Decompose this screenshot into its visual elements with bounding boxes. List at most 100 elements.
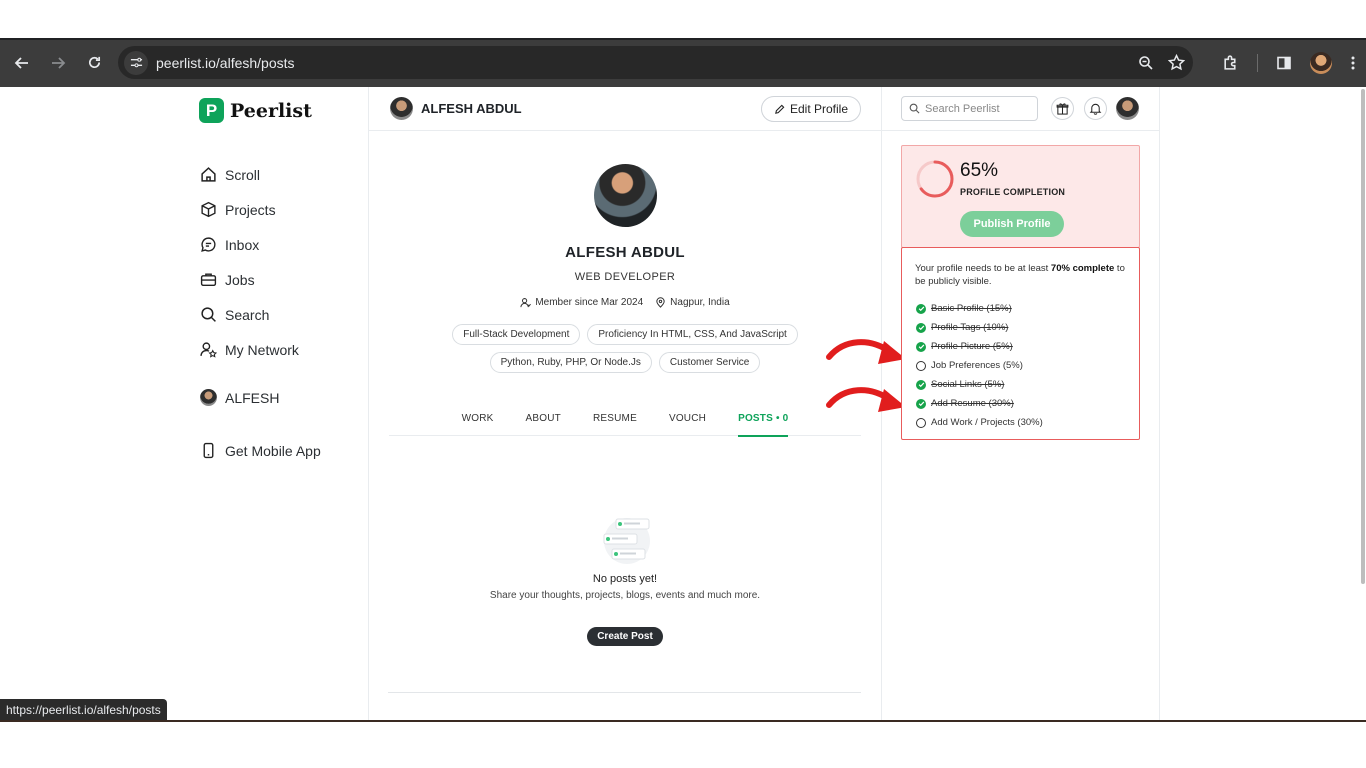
- sidebar-item-label: Scroll: [225, 166, 261, 183]
- avatar: [200, 389, 217, 406]
- divider: [1159, 87, 1160, 720]
- sidebar-item-search[interactable]: Search: [200, 297, 299, 332]
- notifications-button[interactable]: [1084, 97, 1107, 120]
- sidebar-item-jobs[interactable]: Jobs: [200, 262, 299, 297]
- profile-role: WEB DEVELOPER: [574, 271, 676, 283]
- sidebar-item-label: Jobs: [225, 271, 255, 288]
- browser-profile-avatar[interactable]: [1310, 51, 1332, 74]
- profile-tag: Proficiency In HTML, CSS, And JavaScript: [587, 324, 798, 345]
- sidebar-item-label: Search: [225, 306, 270, 323]
- peerlist-logo[interactable]: P Peerlist: [199, 98, 312, 123]
- briefcase-icon: [200, 273, 217, 287]
- tab-resume[interactable]: RESUME: [577, 400, 653, 436]
- reload-button[interactable]: [76, 45, 112, 81]
- arrow-left-icon: [14, 56, 28, 69]
- box-icon: [201, 201, 216, 218]
- status-url-bar: https://peerlist.io/alfesh/posts: [0, 699, 167, 720]
- top-margin: [0, 0, 1366, 38]
- empty-circle-icon: [916, 360, 926, 371]
- more-menu-icon[interactable]: [1350, 55, 1356, 71]
- gift-button[interactable]: [1051, 97, 1074, 120]
- checklist-item-label: Profile Tags (10%): [931, 322, 1009, 333]
- sidebar-item-profile[interactable]: ALFESH: [200, 389, 279, 406]
- browser-toolbar: peerlist.io/alfesh/posts: [0, 38, 1366, 87]
- checklist-item[interactable]: Add Resume (30%): [916, 394, 1043, 413]
- chat-icon: [201, 237, 216, 252]
- side-panel-icon[interactable]: [1276, 55, 1292, 71]
- user-avatar-button[interactable]: [1116, 97, 1139, 120]
- sidebar-item-my-network[interactable]: My Network: [200, 332, 299, 367]
- tab-about[interactable]: ABOUT: [510, 400, 577, 436]
- edit-profile-button[interactable]: Edit Profile: [761, 96, 862, 122]
- bottom-margin: [0, 720, 1366, 768]
- profile-name: ALFESH ABDUL: [565, 244, 685, 261]
- divider: [368, 87, 369, 720]
- checklist-item-label: Add Work / Projects (30%): [931, 417, 1043, 428]
- checklist-item-label: Job Preferences (5%): [931, 360, 1023, 371]
- completion-note: Your profile needs to be at least 70% co…: [915, 262, 1125, 288]
- divider: [388, 692, 861, 693]
- site-settings-icon[interactable]: [124, 50, 148, 75]
- page: P Peerlist Scroll Projects Inbox Jobs Se…: [0, 87, 1366, 720]
- sidebar-nav: Scroll Projects Inbox Jobs Search My Net…: [200, 157, 321, 459]
- search-placeholder: Search Peerlist: [925, 102, 1000, 115]
- search-icon: [909, 103, 920, 114]
- completion-checklist: Your profile needs to be at least 70% co…: [901, 247, 1140, 440]
- home-icon: [201, 167, 216, 182]
- checklist-item-label: Profile Picture (5%): [931, 341, 1013, 352]
- profile-tag: Python, Ruby, PHP, Or Node.Js: [489, 352, 652, 373]
- search-input[interactable]: Search Peerlist: [901, 96, 1038, 121]
- arrow-right-icon: [52, 56, 66, 69]
- member-since: Member since Mar 2024: [520, 297, 643, 308]
- create-post-button[interactable]: Create Post: [587, 627, 663, 646]
- checklist-item[interactable]: Profile Picture (5%): [916, 337, 1043, 356]
- progress-ring-icon: [916, 160, 954, 198]
- empty-title: No posts yet!: [592, 573, 658, 585]
- sidebar-item-scroll[interactable]: Scroll: [200, 157, 299, 192]
- posts-illustration-icon: [603, 518, 650, 564]
- address-bar[interactable]: peerlist.io/alfesh/posts: [118, 46, 1193, 79]
- note-prefix: Your profile needs to be at least: [915, 263, 1051, 274]
- profile-tabs: WORK ABOUT RESUME VOUCH POSTS • 0: [389, 400, 861, 437]
- zoom-icon[interactable]: [1138, 55, 1154, 71]
- tags-row: Python, Ruby, PHP, Or Node.Js Customer S…: [369, 352, 881, 373]
- search-icon: [201, 307, 216, 322]
- checklist-item[interactable]: Social Links (5%): [916, 375, 1043, 394]
- page-scrollbar[interactable]: [1360, 87, 1366, 720]
- back-button[interactable]: [4, 45, 40, 81]
- url-text[interactable]: peerlist.io/alfesh/posts: [156, 55, 295, 71]
- check-circle-icon: [916, 322, 926, 333]
- tab-posts[interactable]: POSTS • 0: [722, 400, 804, 437]
- checklist-item[interactable]: Add Work / Projects (30%): [916, 413, 1043, 432]
- tab-vouch[interactable]: VOUCH: [653, 400, 722, 436]
- sidebar-item-label: ALFESH: [225, 389, 280, 406]
- check-circle-icon: [916, 379, 926, 390]
- extensions-icon[interactable]: [1222, 54, 1239, 71]
- get-mobile-app-link[interactable]: Get Mobile App: [200, 442, 321, 459]
- location-text: Nagpur, India: [670, 297, 730, 308]
- publish-profile-button[interactable]: Publish Profile: [960, 211, 1064, 237]
- profile-meta: Member since Mar 2024 Nagpur, India: [369, 297, 881, 308]
- checklist-item[interactable]: Basic Profile (15%): [916, 299, 1043, 318]
- completion-summary: 65% PROFILE COMPLETION Publish Profile: [901, 145, 1140, 248]
- sidebar-item-inbox[interactable]: Inbox: [200, 227, 299, 262]
- tab-work[interactable]: WORK: [446, 400, 510, 436]
- annotation-arrow-icon: [826, 339, 906, 364]
- star-icon[interactable]: [1168, 54, 1185, 71]
- profile-tag: Full-Stack Development: [452, 324, 581, 345]
- pencil-icon: [775, 104, 785, 114]
- forward-button[interactable]: [40, 45, 76, 81]
- location-pin-icon: [656, 297, 665, 308]
- checklist-item[interactable]: Job Preferences (5%): [916, 356, 1043, 375]
- sidebar-item-label: Get Mobile App: [225, 442, 321, 459]
- completion-label: PROFILE COMPLETION: [960, 187, 1066, 197]
- empty-circle-icon: [916, 417, 926, 428]
- checklist-item[interactable]: Profile Tags (10%): [916, 318, 1043, 337]
- edit-profile-label: Edit Profile: [790, 102, 849, 116]
- checklist-item-label: Basic Profile (15%): [931, 303, 1012, 314]
- right-header: Search Peerlist: [881, 87, 1160, 131]
- note-bold: 70% complete: [1050, 263, 1115, 274]
- scrollbar-thumb[interactable]: [1361, 89, 1365, 584]
- network-icon: [200, 342, 217, 358]
- sidebar-item-projects[interactable]: Projects: [200, 192, 299, 227]
